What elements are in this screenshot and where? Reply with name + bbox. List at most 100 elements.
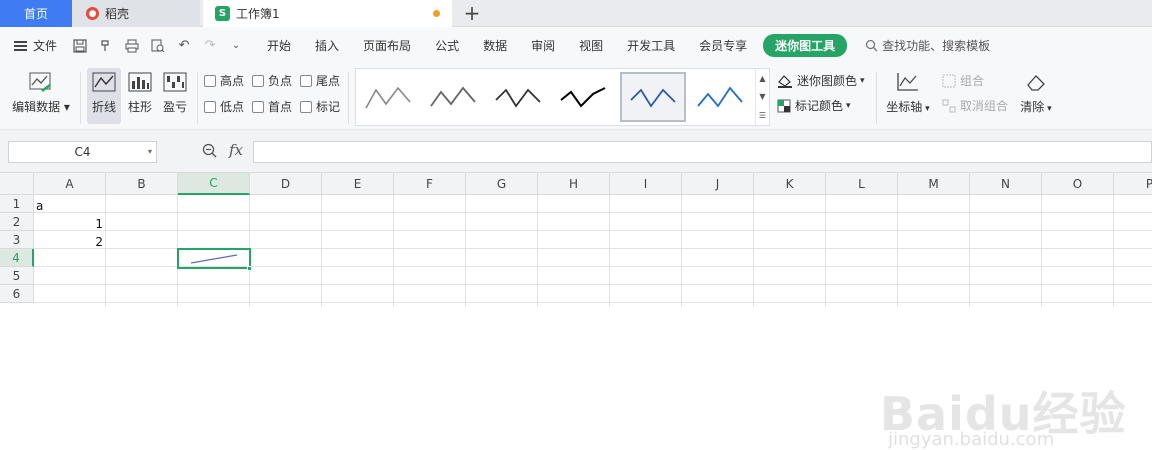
row-header-3[interactable]: 3 bbox=[0, 231, 34, 249]
select-all-corner[interactable] bbox=[0, 173, 34, 195]
sparkline bbox=[190, 254, 238, 264]
menu-tab-home[interactable]: 开始 bbox=[255, 37, 303, 54]
last-point-checkbox[interactable]: 尾点 bbox=[300, 72, 340, 89]
menu-tab-page-layout[interactable]: 页面布局 bbox=[351, 37, 423, 54]
column-header-o[interactable]: O bbox=[1042, 173, 1114, 195]
expand-gallery-icon[interactable]: ☰ bbox=[759, 111, 766, 120]
winloss-sparkline-icon bbox=[161, 70, 189, 94]
menu-tab-review[interactable]: 审阅 bbox=[519, 37, 567, 54]
gallery-scroll[interactable]: ▲ ▼ ☰ bbox=[755, 69, 769, 125]
marker-color-button[interactable]: 标记颜色 ▾ bbox=[777, 97, 851, 114]
style-option-5[interactable] bbox=[620, 72, 686, 122]
print-icon[interactable] bbox=[123, 37, 141, 55]
menu-tab-developer[interactable]: 开发工具 bbox=[615, 37, 687, 54]
line-type-button[interactable]: 折线 bbox=[87, 68, 121, 124]
row-header-5[interactable]: 5 bbox=[0, 267, 34, 285]
column-header-i[interactable]: I bbox=[610, 173, 682, 195]
insert-function-button[interactable]: fx bbox=[229, 141, 243, 159]
column-header-a[interactable]: A bbox=[34, 173, 106, 195]
column-header-e[interactable]: E bbox=[322, 173, 394, 195]
column-header-j[interactable]: J bbox=[682, 173, 754, 195]
function-search-label: 查找功能、搜索模板 bbox=[882, 39, 991, 53]
chevron-down-icon[interactable]: ▾ bbox=[148, 147, 152, 156]
selected-cell-c4[interactable] bbox=[177, 248, 251, 269]
menu-tab-view[interactable]: 视图 bbox=[567, 37, 615, 54]
ungroup-button[interactable]: 取消组合 bbox=[942, 97, 1008, 114]
row-header-1[interactable]: 1 bbox=[0, 195, 34, 213]
menu-tab-insert[interactable]: 插入 bbox=[303, 37, 351, 54]
separator bbox=[197, 72, 198, 124]
column-header-m[interactable]: M bbox=[898, 173, 970, 195]
axis-label: 坐标轴 ▾ bbox=[886, 100, 930, 114]
scroll-down-icon[interactable]: ▼ bbox=[759, 92, 765, 101]
column-type-label: 柱形 bbox=[127, 100, 152, 114]
chevron-down-icon[interactable]: ⌄ bbox=[227, 37, 245, 55]
redo-icon[interactable]: ↷ bbox=[201, 37, 219, 55]
style-option-6[interactable] bbox=[690, 72, 750, 122]
high-point-checkbox[interactable]: 高点 bbox=[204, 72, 244, 89]
clear-button[interactable]: 清除 ▾ bbox=[1014, 70, 1058, 122]
low-point-checkbox[interactable]: 低点 bbox=[204, 98, 244, 115]
axis-button[interactable]: 坐标轴 ▾ bbox=[882, 70, 934, 122]
fill-handle[interactable] bbox=[247, 266, 252, 271]
tab-workbook[interactable]: S 工作簿1 bbox=[203, 0, 452, 27]
style-option-4[interactable] bbox=[553, 72, 613, 122]
print-preview-icon[interactable] bbox=[149, 37, 167, 55]
cell-a2[interactable]: 1 bbox=[35, 215, 103, 233]
negative-point-checkbox[interactable]: 负点 bbox=[252, 72, 292, 89]
menu-tab-formulas[interactable]: 公式 bbox=[423, 37, 471, 54]
column-header-h[interactable]: H bbox=[538, 173, 610, 195]
new-tab-button[interactable]: + bbox=[460, 1, 484, 25]
menu-tab-data[interactable]: 数据 bbox=[471, 37, 519, 54]
first-point-checkbox[interactable]: 首点 bbox=[252, 98, 292, 115]
docer-logo-icon: ● bbox=[86, 7, 99, 20]
group-button[interactable]: 组合 bbox=[942, 72, 984, 89]
cell-a3[interactable]: 2 bbox=[35, 233, 103, 251]
column-type-button[interactable]: 柱形 bbox=[124, 68, 156, 124]
column-header-n[interactable]: N bbox=[970, 173, 1042, 195]
style-option-3[interactable] bbox=[488, 72, 548, 122]
baidu-watermark-url: jingyan.baidu.com bbox=[888, 429, 1055, 450]
name-box[interactable]: C4 ▾ bbox=[8, 141, 157, 163]
menu-tab-member[interactable]: 会员专享 bbox=[687, 37, 759, 54]
cell-a1[interactable]: a bbox=[36, 197, 43, 215]
scroll-up-icon[interactable]: ▲ bbox=[759, 74, 765, 83]
column-header-p[interactable]: P bbox=[1114, 173, 1152, 195]
row-header-4[interactable]: 4 bbox=[0, 249, 34, 267]
markers-checkbox[interactable]: 标记 bbox=[300, 98, 340, 115]
paint-bucket-icon bbox=[778, 74, 792, 88]
formula-input[interactable] bbox=[253, 141, 1152, 163]
edit-data-label: 编辑数据 ▾ bbox=[12, 100, 70, 114]
column-header-b[interactable]: B bbox=[106, 173, 178, 195]
tab-docer[interactable]: ● 稻壳 bbox=[72, 0, 200, 27]
column-header-c[interactable]: C bbox=[178, 173, 250, 195]
column-header-d[interactable]: D bbox=[250, 173, 322, 195]
column-header-l[interactable]: L bbox=[826, 173, 898, 195]
zoom-icon[interactable] bbox=[202, 143, 217, 162]
ribbon: 编辑数据 ▾ 折线 柱形 盈亏 高点 负点 尾点 低点 首点 标记 ▲ ▼ ☰ … bbox=[0, 64, 1152, 130]
sparkline-color-button[interactable]: 迷你图颜色 ▾ bbox=[777, 72, 865, 89]
separator bbox=[80, 72, 81, 124]
tab-bar: 首页 ● 稻壳 S 工作簿1 + bbox=[0, 0, 1152, 27]
separator bbox=[876, 72, 877, 124]
edit-data-button[interactable]: 编辑数据 ▾ bbox=[8, 70, 74, 122]
format-painter-icon[interactable] bbox=[97, 37, 115, 55]
spreadsheet-grid: ABCDEFGHIJKLMNOP 123456 a 1 2 Baidu经验 ji… bbox=[0, 173, 1152, 450]
column-header-k[interactable]: K bbox=[754, 173, 826, 195]
style-option-1[interactable] bbox=[358, 72, 418, 122]
save-icon[interactable] bbox=[71, 37, 89, 55]
name-box-value: C4 bbox=[74, 145, 91, 159]
menu-tab-sparkline-tools[interactable]: 迷你图工具 bbox=[763, 34, 848, 57]
tab-home[interactable]: 首页 bbox=[0, 0, 72, 27]
column-header-g[interactable]: G bbox=[466, 173, 538, 195]
style-option-2[interactable] bbox=[423, 72, 483, 122]
function-search[interactable]: 查找功能、搜索模板 bbox=[865, 37, 990, 54]
row-header-6[interactable]: 6 bbox=[0, 285, 34, 303]
column-header-f[interactable]: F bbox=[394, 173, 466, 195]
undo-icon[interactable]: ↶ bbox=[175, 37, 193, 55]
winloss-type-button[interactable]: 盈亏 bbox=[158, 68, 192, 124]
tab-workbook-label: 工作簿1 bbox=[236, 7, 280, 21]
row-header-2[interactable]: 2 bbox=[0, 213, 34, 231]
file-menu-button[interactable]: 文件 bbox=[14, 37, 57, 54]
formula-bar: C4 ▾ fx bbox=[0, 130, 1152, 173]
